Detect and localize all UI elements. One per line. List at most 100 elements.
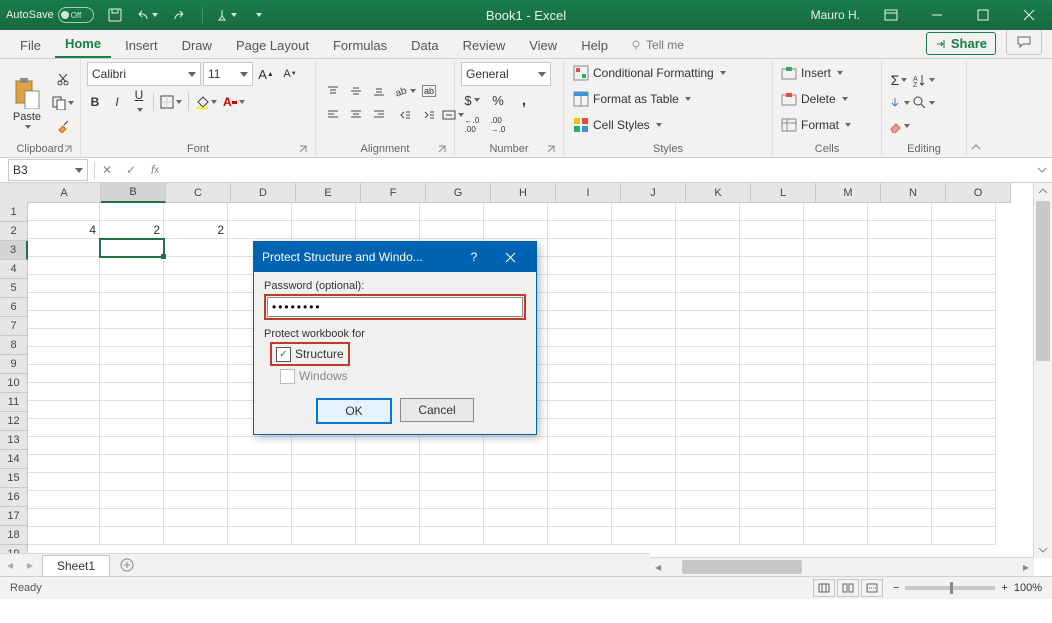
font-size-combo[interactable]: 11: [203, 62, 253, 86]
conditional-formatting-button[interactable]: Conditional Formatting: [570, 62, 766, 84]
row-header-7[interactable]: 7: [0, 317, 28, 336]
row-header-11[interactable]: 11: [0, 393, 28, 412]
col-header-E[interactable]: E: [296, 183, 361, 203]
col-header-B[interactable]: B: [101, 183, 166, 203]
bold-button[interactable]: B: [87, 95, 103, 109]
tab-home[interactable]: Home: [55, 30, 111, 58]
col-header-A[interactable]: A: [28, 183, 101, 203]
find-select-button[interactable]: [913, 92, 935, 114]
fill-button[interactable]: [888, 92, 910, 114]
col-header-O[interactable]: O: [946, 183, 1011, 203]
copy-button[interactable]: [52, 92, 74, 114]
grow-font-button[interactable]: A▲: [255, 63, 277, 85]
insert-cells-button[interactable]: Insert: [779, 62, 875, 84]
add-sheet-button[interactable]: [116, 558, 138, 572]
italic-button[interactable]: I: [109, 95, 125, 109]
tab-draw[interactable]: Draw: [172, 32, 222, 58]
increase-decimal-button[interactable]: ←.0.00: [461, 114, 483, 136]
sheet-nav-prev[interactable]: ◂: [0, 558, 20, 572]
col-header-K[interactable]: K: [686, 183, 751, 203]
align-left-button[interactable]: [322, 103, 344, 125]
enter-formula-icon[interactable]: ✓: [119, 160, 143, 180]
share-button[interactable]: Share: [926, 32, 996, 55]
borders-button[interactable]: [160, 91, 182, 113]
page-layout-view-button[interactable]: [837, 579, 859, 597]
dialog-help-button[interactable]: ?: [456, 242, 492, 272]
page-break-view-button[interactable]: [861, 579, 883, 597]
align-bottom-button[interactable]: [368, 80, 390, 102]
col-header-N[interactable]: N: [881, 183, 946, 203]
align-top-button[interactable]: [322, 80, 344, 102]
minimize-icon[interactable]: [914, 0, 960, 30]
cancel-formula-icon[interactable]: ✕: [95, 160, 119, 180]
format-as-table-button[interactable]: Format as Table: [570, 88, 766, 110]
decrease-decimal-button[interactable]: .00→.0: [487, 114, 509, 136]
cell-styles-button[interactable]: Cell Styles: [570, 114, 766, 136]
zoom-value[interactable]: 100%: [1014, 582, 1042, 594]
tab-page-layout[interactable]: Page Layout: [226, 32, 319, 58]
close-icon[interactable]: [1006, 0, 1052, 30]
zoom-in-button[interactable]: +: [1001, 582, 1007, 594]
col-header-D[interactable]: D: [231, 183, 296, 203]
row-header-17[interactable]: 17: [0, 507, 28, 526]
underline-button[interactable]: U: [131, 88, 147, 116]
col-header-G[interactable]: G: [426, 183, 491, 203]
comments-button[interactable]: [1006, 29, 1042, 55]
horizontal-scrollbar[interactable]: ◂▸: [650, 557, 1034, 576]
row-header-14[interactable]: 14: [0, 450, 28, 469]
percent-button[interactable]: %: [487, 89, 509, 111]
tab-file[interactable]: File: [10, 32, 51, 58]
shrink-font-button[interactable]: A▼: [279, 63, 301, 85]
sort-filter-button[interactable]: AZ: [913, 69, 935, 91]
tell-me[interactable]: Tell me: [622, 32, 692, 58]
tab-formulas[interactable]: Formulas: [323, 32, 397, 58]
font-name-combo[interactable]: Calibri: [87, 62, 201, 86]
dialog-close-button[interactable]: [492, 242, 528, 272]
col-header-H[interactable]: H: [491, 183, 556, 203]
row-header-1[interactable]: 1: [0, 203, 28, 222]
autosave-toggle[interactable]: AutoSave Off: [6, 7, 94, 23]
col-header-L[interactable]: L: [751, 183, 816, 203]
ok-button[interactable]: OK: [316, 398, 392, 424]
accounting-button[interactable]: $: [461, 89, 483, 111]
dialog-launcher-icon[interactable]: [547, 145, 557, 155]
wrap-text-button[interactable]: ab: [418, 80, 440, 102]
col-header-J[interactable]: J: [621, 183, 686, 203]
ribbon-display-icon[interactable]: [868, 0, 914, 30]
col-header-F[interactable]: F: [361, 183, 426, 203]
tab-help[interactable]: Help: [571, 32, 618, 58]
touch-mode-icon[interactable]: [215, 4, 237, 26]
vertical-scrollbar[interactable]: [1033, 183, 1052, 558]
row-header-9[interactable]: 9: [0, 355, 28, 374]
number-format-combo[interactable]: General: [461, 62, 551, 86]
cancel-button[interactable]: Cancel: [400, 398, 474, 422]
decrease-indent-button[interactable]: [394, 104, 416, 126]
insert-function-icon[interactable]: fx: [143, 160, 167, 180]
dialog-titlebar[interactable]: Protect Structure and Windo... ?: [254, 242, 536, 272]
expand-formula-icon[interactable]: [1032, 165, 1052, 175]
row-header-12[interactable]: 12: [0, 412, 28, 431]
format-cells-button[interactable]: Format: [779, 114, 875, 136]
structure-checkbox[interactable]: ✓: [276, 347, 291, 362]
align-center-button[interactable]: [345, 103, 367, 125]
tab-review[interactable]: Review: [453, 32, 516, 58]
password-input[interactable]: [267, 297, 523, 317]
normal-view-button[interactable]: [813, 579, 835, 597]
tab-data[interactable]: Data: [401, 32, 448, 58]
save-icon[interactable]: [104, 4, 126, 26]
maximize-icon[interactable]: [960, 0, 1006, 30]
orientation-button[interactable]: ab: [394, 80, 416, 102]
row-header-13[interactable]: 13: [0, 431, 28, 450]
user-name[interactable]: Mauro H.: [803, 8, 868, 22]
row-header-8[interactable]: 8: [0, 336, 28, 355]
redo-icon[interactable]: [168, 4, 190, 26]
font-color-button[interactable]: A: [223, 91, 245, 113]
col-header-I[interactable]: I: [556, 183, 621, 203]
row-header-5[interactable]: 5: [0, 279, 28, 298]
zoom-slider[interactable]: − + 100%: [893, 582, 1042, 594]
undo-icon[interactable]: [136, 4, 158, 26]
dialog-launcher-icon[interactable]: [64, 145, 74, 155]
row-header-16[interactable]: 16: [0, 488, 28, 507]
autosum-button[interactable]: Σ: [888, 69, 910, 91]
zoom-out-button[interactable]: −: [893, 582, 899, 594]
